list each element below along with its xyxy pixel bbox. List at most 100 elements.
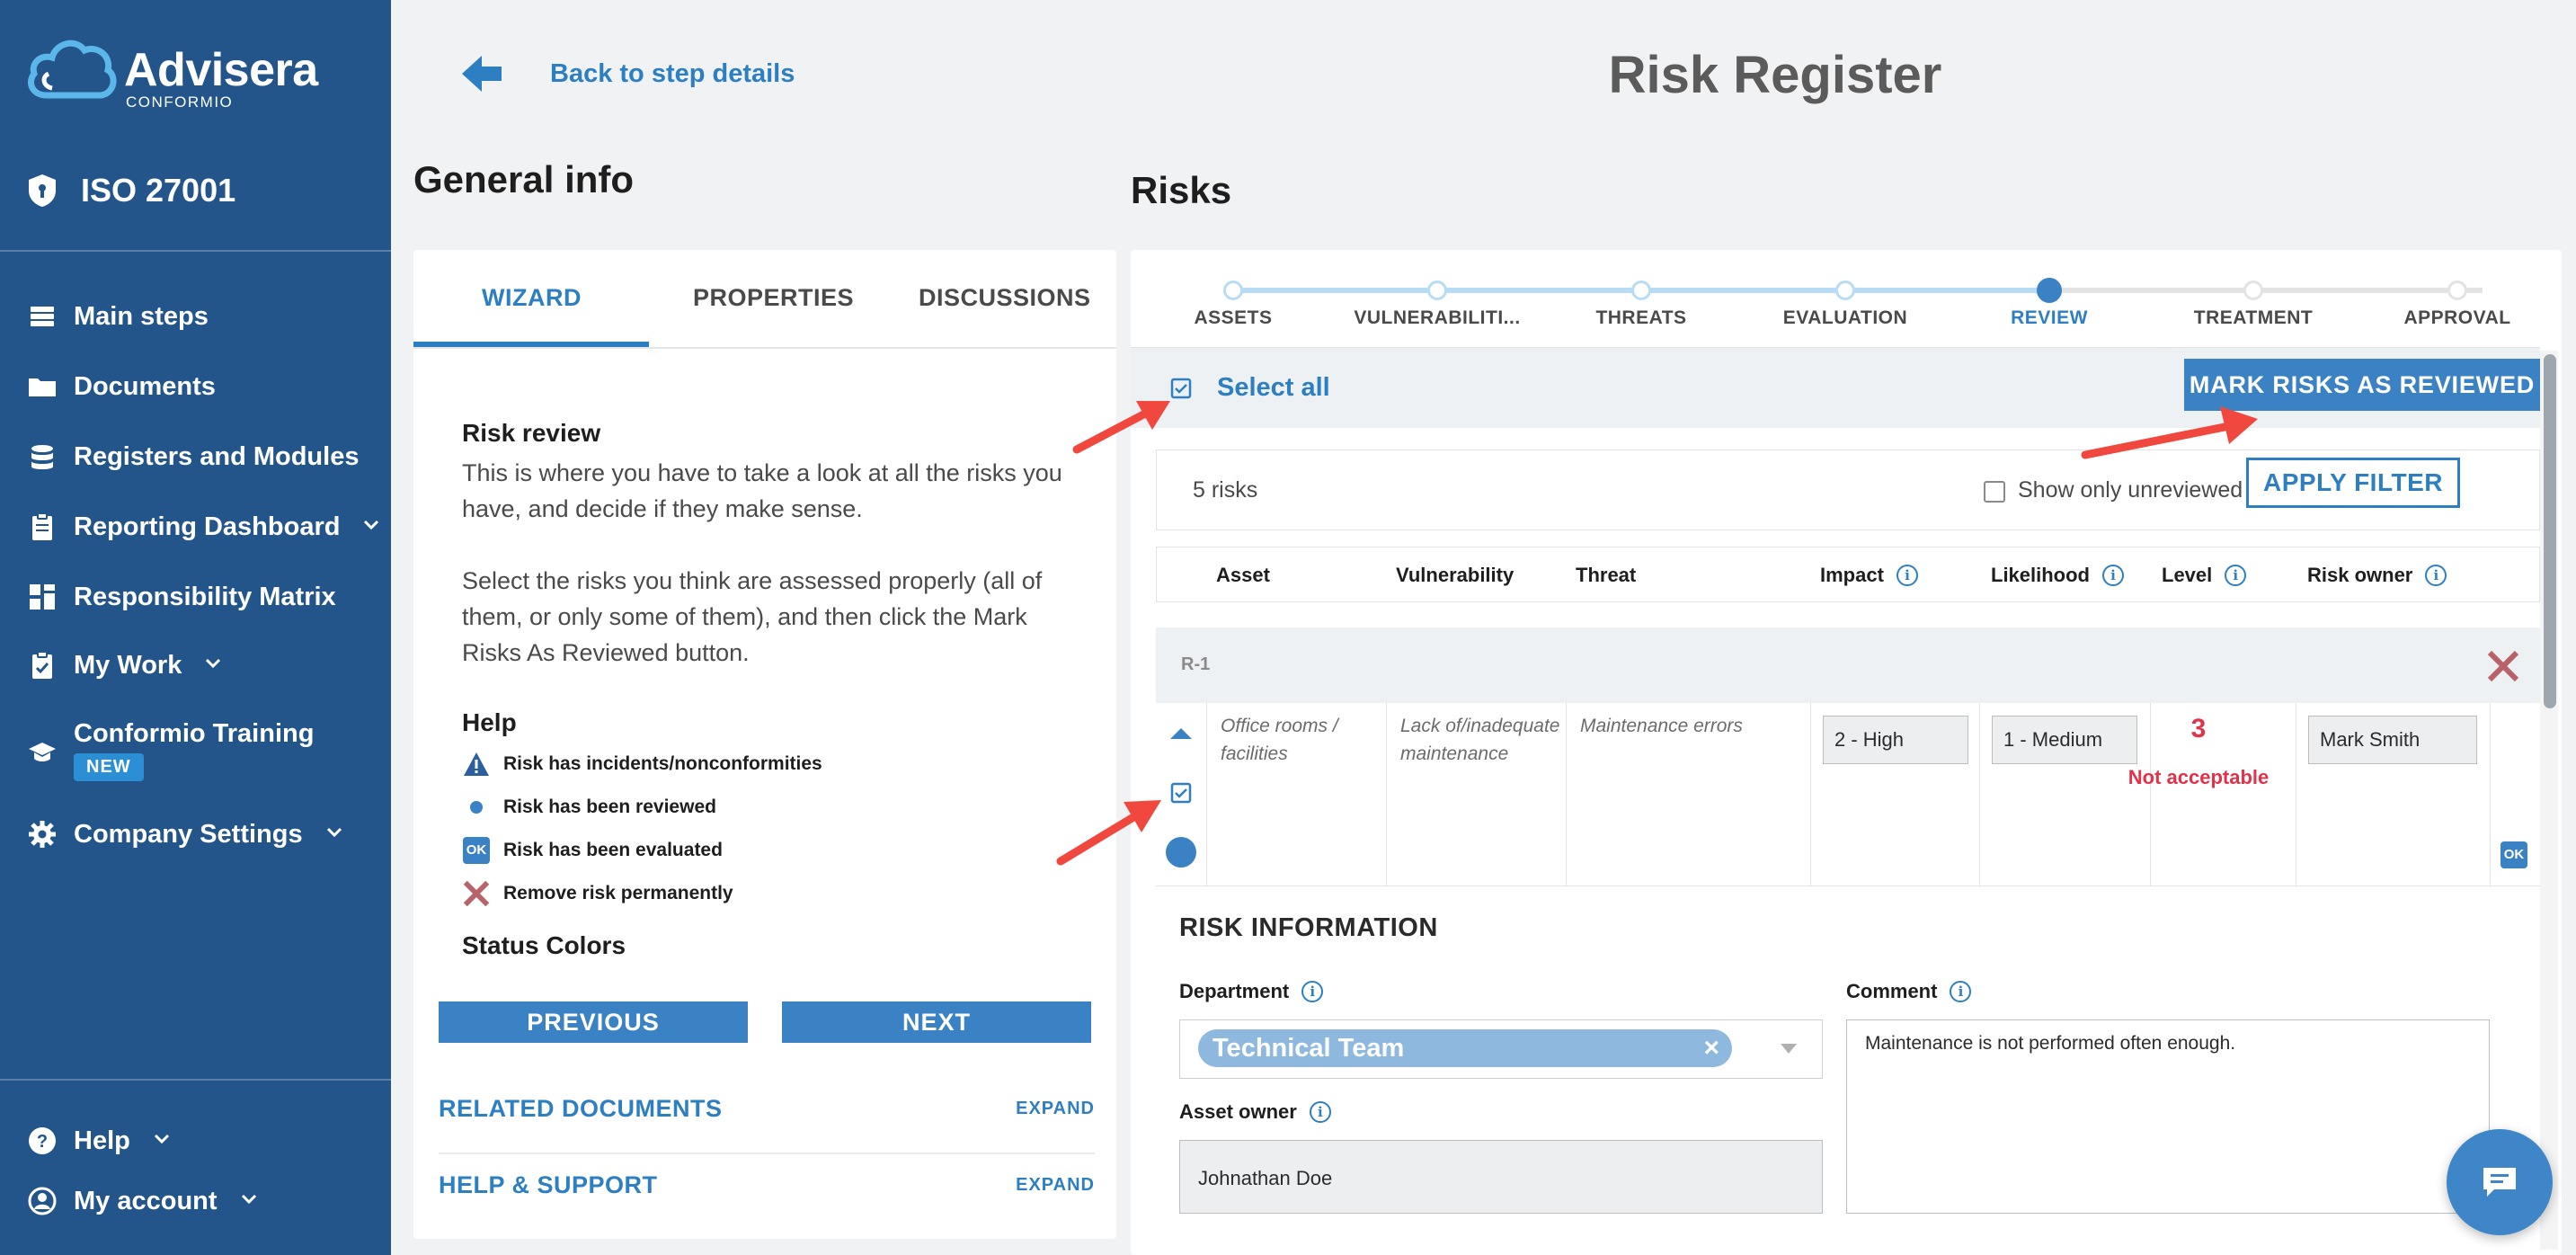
step-label-0[interactable]: ASSETS <box>1134 307 1332 329</box>
sidebar-item-company-settings[interactable]: Company Settings <box>27 813 344 856</box>
risk-row-header: R-1 <box>1156 628 2540 703</box>
collapse-up-icon[interactable] <box>1168 725 1194 743</box>
chevron-down-icon[interactable] <box>1781 1044 1797 1054</box>
info-icon[interactable]: i <box>1309 1101 1331 1123</box>
step-label-1[interactable]: VULNERABILITI... <box>1338 307 1536 329</box>
unreviewed-checkbox[interactable] <box>1984 481 2005 503</box>
standard-label: ISO 27001 <box>81 172 236 209</box>
select-all-label: Select all <box>1217 373 1330 402</box>
help-support-expand[interactable]: EXPAND <box>1016 1175 1095 1196</box>
sidebar-item-registers[interactable]: Registers and Modules <box>27 435 359 478</box>
column-label: Vulnerability <box>1396 564 1515 586</box>
select-all-checkbox[interactable]: Select all <box>1170 373 1330 403</box>
help-support-title[interactable]: HELP & SUPPORT <box>439 1171 658 1199</box>
sidebar-item-documents[interactable]: Documents <box>27 365 216 408</box>
cell-threat[interactable]: Maintenance errors <box>1580 712 1805 740</box>
scroll-thumb[interactable] <box>2544 354 2556 708</box>
cell-asset[interactable]: Office rooms / facilities <box>1221 712 1382 768</box>
sidebar-divider <box>0 250 391 252</box>
column-header-threat: Threat <box>1576 564 1636 587</box>
back-to-step-details-link[interactable]: Back to step details <box>458 50 795 97</box>
column-header-asset: Asset <box>1216 564 1270 587</box>
mark-risks-as-reviewed-button[interactable]: MARK RISKS AS REVIEWED <box>2184 359 2540 411</box>
sidebar-item-label: Documents <box>74 371 216 401</box>
filter-row: 5 risks Show only unreviewed risks APPLY… <box>1156 449 2540 530</box>
cell-vulnerability[interactable]: Lack of/inadequate maintenance <box>1400 712 1562 768</box>
column-label: Level <box>2162 564 2213 586</box>
info-icon[interactable]: i <box>2225 565 2247 586</box>
comment-textarea[interactable]: Maintenance is not performed often enoug… <box>1846 1019 2490 1214</box>
step-dot-3[interactable] <box>1835 280 1855 300</box>
info-icon[interactable]: i <box>1896 565 1918 586</box>
step-dot-1[interactable] <box>1427 280 1447 300</box>
step-dot-2[interactable] <box>1631 280 1651 300</box>
sidebar-item-help[interactable]: ? Help <box>27 1119 172 1162</box>
sidebar-item-my-work[interactable]: My Work <box>27 644 223 687</box>
tab-properties[interactable]: PROPERTIES <box>693 284 854 312</box>
previous-button[interactable]: PREVIOUS <box>439 1001 748 1043</box>
step-dot-5[interactable] <box>2243 280 2263 300</box>
step-label-6[interactable]: APPROVAL <box>2358 307 2556 329</box>
impact-select[interactable]: 2 - High <box>1823 716 1968 764</box>
wizard-paragraph-1: This is where you have to take a look at… <box>462 459 1062 522</box>
sidebar-item-reporting-dashboard[interactable]: Reporting Dashboard <box>27 505 381 548</box>
help-label: Risk has been evaluated <box>503 840 723 860</box>
info-icon[interactable]: i <box>2425 565 2447 586</box>
related-documents-expand[interactable]: EXPAND <box>1016 1099 1095 1119</box>
reviewed-status-dot <box>1166 837 1196 868</box>
next-button[interactable]: NEXT <box>782 1001 1091 1043</box>
apply-filter-button[interactable]: APPLY FILTER <box>2246 458 2460 508</box>
content-fade <box>413 962 1116 996</box>
brand-name: Advisera <box>124 44 318 96</box>
info-icon[interactable]: i <box>2102 565 2124 586</box>
remove-risk-icon[interactable] <box>2486 649 2520 683</box>
standard-selector[interactable]: ISO 27001 <box>27 167 235 214</box>
risk-owner-select[interactable]: Mark Smith <box>2308 716 2477 764</box>
cell-divider <box>1206 703 1207 886</box>
likelihood-select[interactable]: 1 - Medium <box>1992 716 2137 764</box>
ok-badge-icon: OK <box>463 837 490 864</box>
tab-discussions[interactable]: DISCUSSIONS <box>919 284 1091 312</box>
risks-panel: ASSETS VULNERABILITI... THREATS EVALUATION R… <box>1131 250 2562 1255</box>
brand-product: CONFORMIO <box>126 93 234 111</box>
sidebar-item-responsibility-matrix[interactable]: Responsibility Matrix <box>27 575 336 619</box>
step-dot-4[interactable] <box>2037 278 2062 303</box>
column-header-vulnerability: Vulnerability <box>1396 564 1514 587</box>
field-label: Asset owner <box>1179 1100 1297 1123</box>
step-dot-6[interactable] <box>2447 280 2467 300</box>
department-select[interactable]: Technical Team × <box>1179 1019 1823 1079</box>
help-label: Remove risk permanently <box>503 883 733 903</box>
new-badge: NEW <box>74 753 144 781</box>
sidebar-item-label: Reporting Dashboard <box>74 512 341 541</box>
related-documents-title[interactable]: RELATED DOCUMENTS <box>439 1095 723 1123</box>
sidebar-item-main-steps[interactable]: Main steps <box>27 295 209 338</box>
chat-button[interactable] <box>2447 1129 2553 1235</box>
info-icon[interactable]: i <box>1950 981 1972 1002</box>
warning-icon <box>464 752 489 776</box>
scrollbar[interactable] <box>2540 351 2558 1250</box>
sidebar-item-label: Help <box>74 1126 130 1155</box>
table-row: Office rooms / facilities Lack of/inadeq… <box>1156 703 2540 886</box>
step-label-5[interactable]: TREATMENT <box>2154 307 2352 329</box>
row-checkbox-checked[interactable] <box>1170 782 1192 804</box>
step-dot-0[interactable] <box>1223 280 1243 300</box>
sidebar-item-label: My account <box>74 1186 218 1215</box>
arrow-left-icon <box>462 56 502 92</box>
step-label-2[interactable]: THREATS <box>1542 307 1740 329</box>
info-icon[interactable]: i <box>1301 981 1324 1002</box>
column-header-likelihood: Likelihood i <box>1991 564 2124 587</box>
grid-icon <box>30 584 55 610</box>
step-label-4[interactable]: REVIEW <box>1950 307 2148 329</box>
sidebar-item-my-account[interactable]: My account <box>27 1179 259 1223</box>
database-icon <box>31 445 53 469</box>
step-label-3[interactable]: EVALUATION <box>1746 307 1944 329</box>
tab-wizard[interactable]: WIZARD <box>482 284 582 312</box>
advisera-logo[interactable]: Advisera CONFORMIO <box>25 32 318 113</box>
close-icon[interactable]: × <box>1703 1029 1719 1067</box>
column-label: Likelihood <box>1991 564 2090 586</box>
cell-divider <box>1979 703 1980 886</box>
help-title: Help <box>462 708 517 736</box>
sidebar-item-conformio-training[interactable]: Conformio Training <box>27 712 314 761</box>
cell-divider <box>1566 703 1567 886</box>
asset-owner-field[interactable]: Johnathan Doe <box>1179 1140 1823 1214</box>
